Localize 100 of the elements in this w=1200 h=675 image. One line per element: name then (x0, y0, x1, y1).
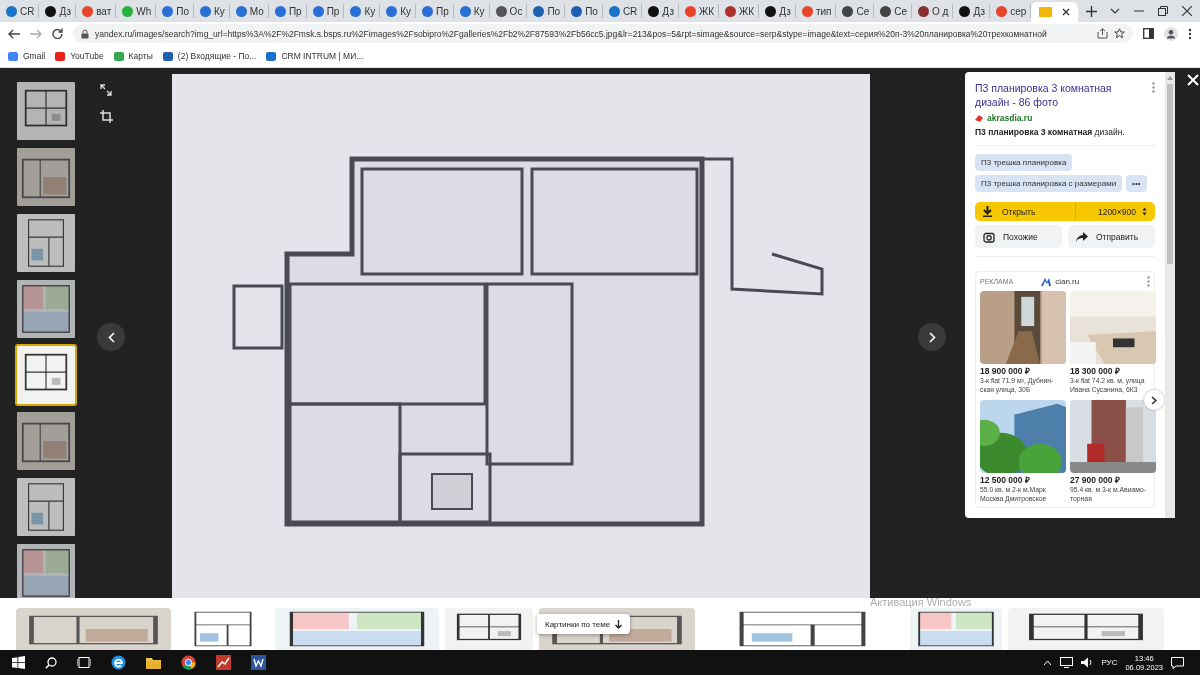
menu-icon[interactable] (1188, 27, 1192, 40)
browser-tab[interactable]: ЖК (719, 4, 760, 18)
chrome-icon[interactable] (181, 655, 196, 670)
side-panel-icon[interactable] (1143, 28, 1154, 39)
image-thumbnail[interactable] (15, 80, 77, 142)
listing-price: 27 900 000 ₽ (1070, 474, 1121, 486)
image-title[interactable]: П3 планировка 3 комнатная дизайн - 86 фото (975, 82, 1146, 110)
bookmark[interactable]: YouTube (55, 51, 104, 61)
chevron-right-icon (1151, 395, 1157, 405)
word-icon[interactable] (251, 655, 266, 670)
browser-tab[interactable]: Пр (306, 4, 345, 18)
size-dropdown[interactable]: 1200×900 (1075, 202, 1155, 222)
share-button[interactable]: Отправить (1068, 225, 1155, 249)
browser-tab[interactable]: Ку (344, 4, 381, 18)
browser-tab[interactable]: Дз (953, 4, 991, 18)
site-link[interactable]: akrasdia.ru (987, 113, 1033, 124)
chevron-right-icon (928, 331, 936, 343)
bookmark[interactable]: Карты (113, 51, 153, 61)
image-thumbnail[interactable] (15, 410, 77, 472)
ad-source[interactable]: cian.ru (1041, 277, 1080, 287)
browser-tab[interactable]: тип (795, 4, 837, 18)
image-thumbnail[interactable] (15, 542, 77, 598)
share-icon[interactable] (1097, 28, 1108, 39)
edge-browser-icon[interactable] (111, 655, 126, 670)
similar-button[interactable]: Похожие (975, 225, 1062, 249)
open-button[interactable]: Открыть (975, 202, 1075, 222)
browser-tab[interactable]: Дз (759, 4, 796, 18)
browser-tab[interactable]: Wh (116, 4, 157, 18)
address-bar[interactable]: yandex.ru/images/search?img_url=https%3A%2F%2Fmsk.s.bsps.ru%2Fimages%2Fsobipro%2Fgalleries%2Fb2%2F87593%2Fb56cc5.jpg&lr=213&pos=5&rpt=simage&source=serp&stype=image&text=серия%20п-3%20планировка%20трехкомнатной (73, 24, 1133, 43)
site-favicon-icon (975, 114, 983, 122)
listing-price: 18 900 000 ₽ (980, 365, 1031, 377)
windows-icon[interactable] (12, 656, 25, 669)
close-icon[interactable] (1062, 8, 1071, 16)
chevron-up-icon[interactable] (1043, 659, 1053, 666)
scrollbar[interactable] (1165, 72, 1175, 518)
image-thumbnail[interactable] (15, 278, 77, 340)
browser-tab[interactable]: Се (836, 4, 875, 18)
next-button[interactable] (1144, 390, 1164, 411)
browser-tab[interactable]: Пр (268, 4, 307, 18)
bookmark[interactable]: (2) Входящие - По... (162, 51, 257, 61)
search-tag[interactable]: П3 трешка планировка с размерами (975, 175, 1123, 193)
more-button[interactable]: ••• (1126, 175, 1147, 193)
browser-tab[interactable]: Пр (416, 4, 454, 18)
browser-tab[interactable]: Ос (489, 4, 528, 18)
browser-tab[interactable]: Ку (453, 4, 490, 18)
browser-tab[interactable]: По (156, 4, 195, 18)
star-icon[interactable] (1114, 28, 1125, 39)
browser-tab[interactable]: Мо (229, 4, 269, 18)
image-thumbnail[interactable] (15, 146, 77, 208)
browser-tab[interactable]: О д (912, 4, 954, 18)
camera-search-icon (983, 230, 995, 243)
sort-icon (1142, 207, 1147, 217)
image-thumbnail[interactable] (15, 212, 77, 274)
restore-icon[interactable] (1158, 6, 1168, 16)
share-arrow-icon (1076, 231, 1088, 242)
activation-notice: Активация Windows (870, 596, 972, 608)
chart-app-icon[interactable] (216, 655, 231, 670)
listing-price: 12 500 000 ₽ (980, 474, 1031, 486)
reload-icon[interactable] (52, 28, 63, 39)
image-snippet: П3 планировка 3 комнатная дизайн. (975, 127, 1126, 138)
bookmark[interactable]: Gmail (8, 51, 46, 61)
volume-icon[interactable] (1081, 657, 1094, 668)
scrollbar-thumb[interactable] (1167, 84, 1173, 264)
browser-tab[interactable]: Дз (39, 4, 77, 18)
browser-tab[interactable]: Дз (642, 4, 680, 18)
keyboard-language[interactable]: РУС (1101, 658, 1118, 667)
fullscreen-icon[interactable] (100, 84, 112, 96)
related-images-button[interactable]: Картинки по теме (537, 614, 631, 634)
bookmark[interactable]: CRM INTRUM | МИ... (266, 51, 364, 61)
more-icon[interactable] (1147, 276, 1150, 288)
image-thumbnail[interactable] (15, 344, 77, 406)
browser-tab[interactable]: Ку (194, 4, 230, 18)
lock-icon (81, 28, 89, 39)
notification-icon[interactable] (1171, 656, 1184, 669)
new-tab-icon[interactable] (1086, 5, 1098, 17)
browser-tab[interactable]: По (527, 4, 566, 18)
m-logo-icon (1041, 277, 1052, 286)
browser-tab[interactable]: Ку (380, 4, 417, 18)
close-icon[interactable] (1182, 6, 1192, 16)
next-button[interactable] (918, 323, 946, 351)
browser-tab[interactable]: CR (0, 4, 40, 18)
browser-tab[interactable]: По (565, 4, 603, 18)
search-icon[interactable] (45, 656, 57, 669)
browser-tab[interactable]: CR (602, 4, 643, 18)
browser-tab[interactable]: ЖК (679, 4, 720, 18)
back-icon[interactable] (8, 28, 20, 39)
search-tag[interactable]: П3 трешка планировка (975, 154, 1073, 172)
browser-tab[interactable]: ват (76, 4, 117, 18)
more-icon[interactable] (1152, 82, 1155, 93)
task-view-icon[interactable] (77, 657, 91, 668)
crop-icon[interactable] (100, 110, 113, 123)
arrow-down-icon (615, 619, 623, 629)
image-thumbnail[interactable] (15, 476, 77, 538)
network-icon[interactable] (1060, 657, 1074, 668)
listing-price: 18 300 000 ₽ (1070, 365, 1121, 377)
previous-button[interactable] (97, 323, 125, 351)
profile-icon[interactable] (1164, 26, 1178, 41)
browser-tab[interactable]: Се (874, 4, 913, 18)
folder-icon[interactable] (146, 656, 161, 669)
chevron-down-icon[interactable] (1110, 8, 1120, 14)
